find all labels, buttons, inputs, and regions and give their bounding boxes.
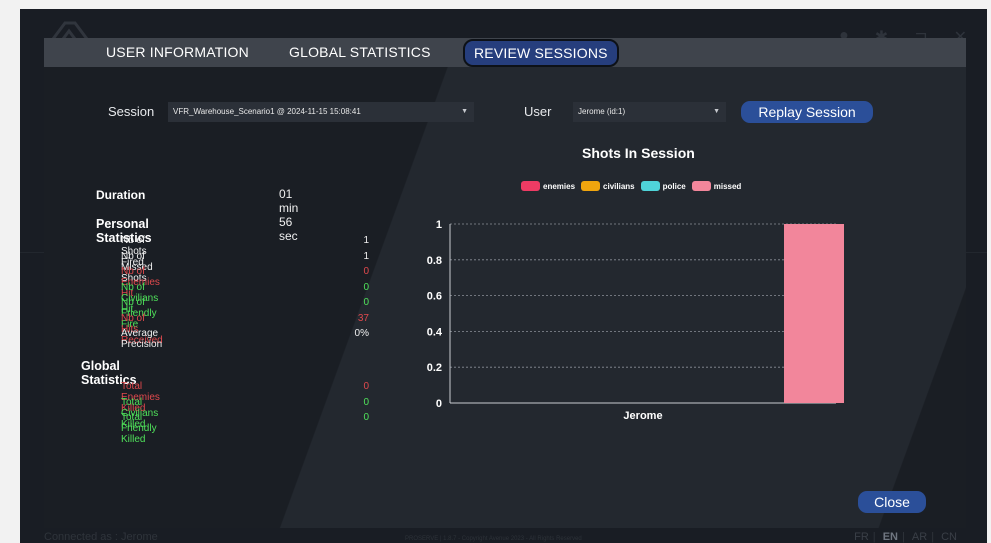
stat-value: 0 [363, 297, 369, 308]
tab-user-information[interactable]: USER INFORMATION [106, 44, 249, 60]
duration-label: Duration [96, 188, 146, 202]
tab-bar: USER INFORMATION GLOBAL STATISTICS REVIE… [44, 38, 966, 67]
language-switcher: FR | EN | AR | CN [854, 531, 957, 543]
bar-missed [784, 224, 844, 403]
tab-review-sessions[interactable]: REVIEW SESSIONS [463, 39, 619, 67]
lang-fr[interactable]: FR [854, 531, 869, 543]
legend-item[interactable]: missed [691, 181, 742, 191]
stat-value: 37 [357, 312, 369, 324]
legend-label: civilians [603, 181, 635, 191]
stat-value: 0 [363, 396, 369, 408]
copyright-text: PROSERVE | 1.8.7 - Copyright Avenue 2023… [405, 536, 582, 542]
legend-swatch [691, 181, 711, 191]
connected-as-text: Connected as : Jerome [44, 531, 158, 543]
session-label: Session [108, 104, 155, 119]
y-tick-label: 0.8 [427, 255, 442, 267]
legend-swatch [521, 181, 540, 191]
stat-value: 1 [363, 235, 369, 246]
stat-label: Average Precision [121, 328, 163, 350]
user-select-value: Jerome (id:1) [578, 107, 626, 116]
stat-value: 0 [363, 381, 369, 392]
x-tick-label: Jerome [623, 410, 662, 422]
lang-cn[interactable]: CN [941, 531, 957, 543]
replay-session-button[interactable]: Replay Session [741, 101, 873, 123]
duration-value: 01 min 56 sec [279, 187, 299, 243]
stat-label: Total Friendly Killed [121, 412, 157, 445]
legend-label: enemies [543, 181, 576, 191]
y-tick-label: 0.2 [427, 362, 442, 374]
y-tick-label: 0.4 [427, 326, 443, 338]
stat-value: 0 [363, 266, 369, 277]
legend-label: police [662, 181, 686, 191]
chevron-down-icon: ▼ [461, 108, 468, 115]
stat-value: 0 [363, 412, 369, 423]
stat-value: 1 [363, 250, 369, 262]
close-button[interactable]: Close [858, 491, 926, 513]
session-select[interactable]: VFR_Warehouse_Scenario1 @ 2024-11-15 15:… [168, 102, 474, 122]
shots-chart: 0 0.2 0.4 0.6 0.8 1 Jerome [427, 219, 844, 422]
y-tick-label: 1 [436, 219, 442, 231]
stat-value: 0% [354, 328, 369, 339]
lang-ar[interactable]: AR [912, 531, 927, 543]
legend-item[interactable]: police [640, 181, 686, 191]
legend-item[interactable]: civilians [581, 181, 635, 191]
chart-title: Shots In Session [582, 145, 695, 161]
chevron-down-icon: ▼ [713, 108, 720, 115]
lang-en[interactable]: EN [883, 531, 898, 543]
user-select[interactable]: Jerome (id:1) ▼ [573, 102, 726, 122]
legend-swatch [581, 181, 601, 191]
y-tick-label: 0 [436, 398, 442, 410]
stat-value: 0 [363, 281, 369, 293]
legend-item[interactable]: enemies [521, 181, 575, 191]
user-label: User [524, 104, 552, 119]
chart-legend: enemies civilians police missed [521, 181, 747, 191]
statistics-modal: USER INFORMATION GLOBAL STATISTICS REVIE… [44, 38, 966, 528]
y-tick-label: 0.6 [427, 291, 442, 303]
tab-global-statistics[interactable]: GLOBAL STATISTICS [289, 44, 431, 60]
legend-swatch [640, 181, 660, 191]
legend-label: missed [713, 181, 742, 191]
session-select-value: VFR_Warehouse_Scenario1 @ 2024-11-15 15:… [173, 107, 361, 116]
